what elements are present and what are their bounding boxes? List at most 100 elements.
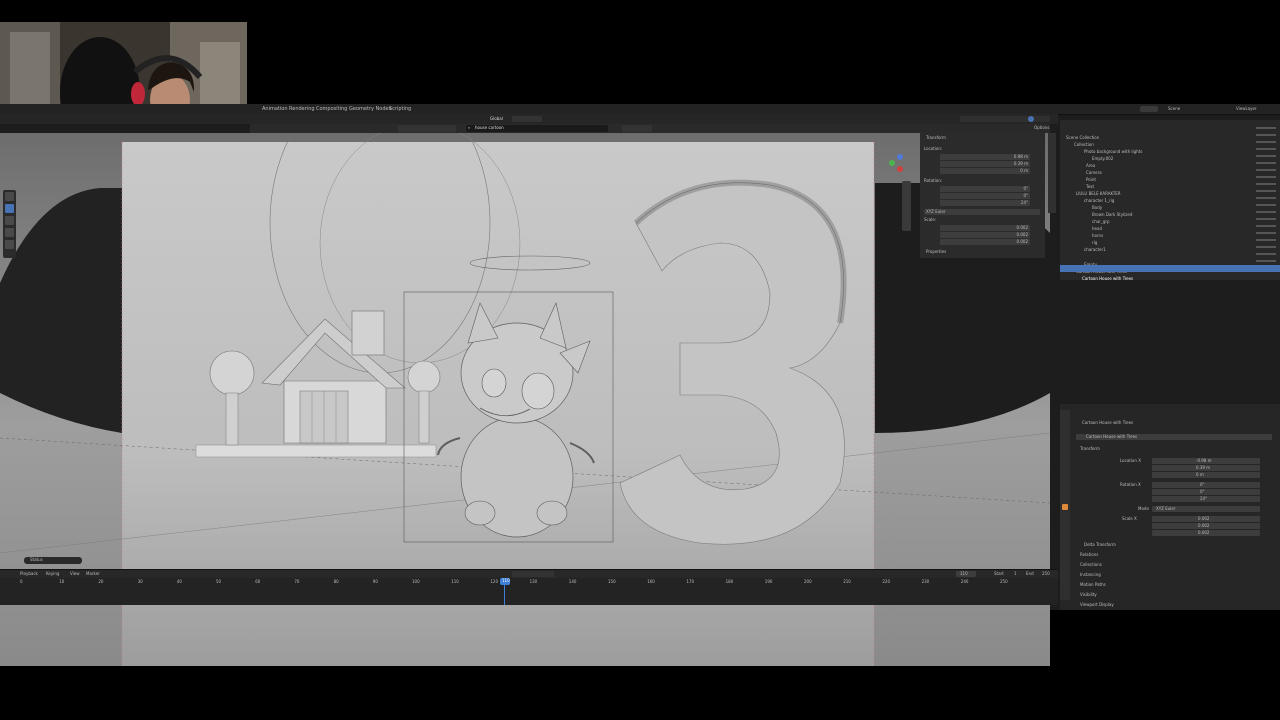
prop-rotation-y[interactable]: 0° xyxy=(1152,489,1260,495)
options-menu[interactable]: Options xyxy=(1034,125,1049,131)
marker-menu[interactable]: Marker xyxy=(86,571,100,577)
outliner-row[interactable]: character 1_rig xyxy=(1084,187,1114,203)
rotation-x-field[interactable]: 0° xyxy=(940,186,1030,192)
outliner-row[interactable]: Brown Dark Stylized xyxy=(1092,201,1132,217)
location-x-field[interactable]: 0.98 m xyxy=(940,154,1030,160)
outliner-row[interactable]: Text xyxy=(1086,173,1094,189)
tool-shelf xyxy=(3,190,16,258)
frame-tick-label: 150 xyxy=(608,579,616,584)
scene-selector[interactable]: Scene xyxy=(1168,106,1180,112)
scale-z-field[interactable]: 0.002 xyxy=(940,239,1030,245)
annotate-tool-icon[interactable] xyxy=(5,240,14,249)
keying-menu[interactable]: Keying xyxy=(46,571,59,577)
outliner-row[interactable]: horns xyxy=(1092,222,1103,238)
prop-location-y[interactable]: 0.39 m xyxy=(1152,465,1260,471)
prop-rotation-x[interactable]: 0° xyxy=(1152,482,1260,488)
delta-transform-panel[interactable]: Delta Transform xyxy=(1084,542,1116,548)
current-frame-field[interactable]: 110 xyxy=(956,571,976,577)
outliner-row[interactable]: rig xyxy=(1092,229,1097,245)
motion-paths-panel[interactable]: Motion Paths xyxy=(1080,582,1106,588)
transform-section-header[interactable]: Transform xyxy=(926,135,946,141)
outliner-row-selected[interactable]: Cartoon House with Trees xyxy=(1060,265,1280,281)
outliner-row[interactable]: Cartoon House with Trees xyxy=(1076,258,1127,274)
scale-x-field[interactable]: 0.002 xyxy=(940,225,1030,231)
visibility-panel[interactable]: Visibility xyxy=(1080,592,1097,598)
rotation-z-value: 24° xyxy=(1020,200,1028,205)
viewport-shading-buttons[interactable] xyxy=(960,116,1050,122)
prop-location-x[interactable]: -0.98 m xyxy=(1152,458,1260,464)
tab-rendering[interactable]: Rendering xyxy=(289,106,315,112)
outliner-row[interactable]: Collection xyxy=(1074,131,1094,147)
tab-animation[interactable]: Animation xyxy=(262,106,288,112)
location-z-field[interactable]: 0 m xyxy=(940,168,1030,174)
prop-rotation-z[interactable]: 24° xyxy=(1152,496,1260,502)
outliner-visibility-column[interactable] xyxy=(1256,124,1276,264)
frame-ruler[interactable]: 0 10 20 30 40 50 60 70 80 90 100 110 120 130 140 150 160… xyxy=(0,579,1058,587)
tab-geometry-nodes[interactable]: Geometry Nodes xyxy=(349,106,391,112)
solid-shading-icon[interactable] xyxy=(1028,116,1034,122)
rotation-z-field[interactable]: 24° xyxy=(940,200,1030,206)
prop-scale-x[interactable]: 0.002 xyxy=(1152,516,1260,522)
frame-tick-label: 60 xyxy=(255,579,261,584)
viewport-display-panel[interactable]: Viewport Display xyxy=(1080,602,1114,608)
end-value[interactable]: 250 xyxy=(1042,571,1050,577)
outliner-row[interactable]: Camera xyxy=(1086,159,1102,175)
properties-section-header[interactable]: Properties xyxy=(926,249,946,255)
outliner-row[interactable]: Empty xyxy=(1084,251,1097,267)
outliner-row[interactable]: LIULU BELE KARAKTER xyxy=(1076,180,1121,196)
collections-panel[interactable]: Collections xyxy=(1080,562,1102,568)
rotate-tool-icon[interactable] xyxy=(5,216,14,225)
frame-tick-label: 80 xyxy=(333,579,339,584)
search-field-top[interactable] xyxy=(1140,106,1158,112)
prop-location-label: Location X xyxy=(1120,458,1141,463)
outliner-row[interactable]: Empty.002 xyxy=(1092,145,1113,161)
outliner-row[interactable]: head xyxy=(1092,215,1102,231)
transform-panel-header[interactable]: Transform xyxy=(1080,446,1100,452)
prop-scale-z[interactable]: 0.002 xyxy=(1152,530,1260,536)
snap-toggle[interactable] xyxy=(512,116,542,122)
instancing-panel[interactable]: Instancing xyxy=(1080,572,1101,578)
outliner-row[interactable]: char_grp xyxy=(1092,208,1110,224)
playhead[interactable]: 110 xyxy=(500,578,510,585)
sort-buttons[interactable] xyxy=(622,125,652,132)
sidebar-tabs[interactable] xyxy=(1048,133,1056,213)
search-input[interactable]: ⌕ house cartoon xyxy=(466,125,608,132)
outliner-row[interactable]: Area xyxy=(1086,152,1095,168)
move-tool-icon[interactable] xyxy=(5,204,14,213)
relations-panel[interactable]: Relations xyxy=(1080,552,1098,558)
outliner-row[interactable]: character1 xyxy=(1084,236,1106,252)
prop-scale-y[interactable]: 0.002 xyxy=(1152,523,1260,529)
outliner-row[interactable]: Body xyxy=(1092,194,1102,210)
outliner-row[interactable]: Photo background with lights xyxy=(1084,138,1142,154)
viewport-nav-buttons[interactable] xyxy=(902,181,911,231)
scale-tool-icon[interactable] xyxy=(5,228,14,237)
location-y-field[interactable]: 0.39 m xyxy=(940,161,1030,167)
playhead-frame: 110 xyxy=(502,578,510,583)
object-name-field[interactable]: Cartoon House with Trees xyxy=(1076,434,1272,440)
object-tab-icon[interactable] xyxy=(1062,504,1068,510)
tab-compositing[interactable]: Compositing xyxy=(316,106,347,112)
view-menu[interactable]: View xyxy=(70,571,80,577)
transform-orientation-dropdown[interactable]: Global xyxy=(490,116,503,122)
frame-tick-label: 110 xyxy=(451,579,459,584)
prop-location-z[interactable]: 0 m xyxy=(1152,472,1260,478)
select-tool-icon[interactable] xyxy=(5,192,14,201)
timeline-header: Playback Keying View Marker 110 Start 1 … xyxy=(0,570,1058,578)
rotation-mode-dropdown[interactable]: XYZ Euler xyxy=(924,209,1040,215)
frame-tick-label: 250 xyxy=(1000,579,1008,584)
frame-tick-label: 10 xyxy=(59,579,65,584)
outliner-row[interactable]: Scene Collection xyxy=(1066,124,1099,140)
viewlayer-selector[interactable]: ViewLayer xyxy=(1236,106,1257,112)
outliner-row[interactable]: Point xyxy=(1086,166,1096,182)
tab-scripting[interactable]: Scripting xyxy=(389,106,411,112)
rotation-y-field[interactable]: 0° xyxy=(940,193,1030,199)
prop-mode-dropdown[interactable]: XYZ Euler xyxy=(1152,506,1260,512)
prop-location-z-value: 0 m xyxy=(1196,472,1204,477)
scale-y-field[interactable]: 0.002 xyxy=(940,232,1030,238)
location-y-value: 0.39 m xyxy=(1013,161,1028,166)
playback-controls[interactable] xyxy=(512,571,554,577)
start-value[interactable]: 1 xyxy=(1014,571,1017,577)
playback-menu[interactable]: Playback xyxy=(20,571,38,577)
frame-tick-label: 20 xyxy=(98,579,104,584)
filter-icons[interactable] xyxy=(398,125,456,132)
